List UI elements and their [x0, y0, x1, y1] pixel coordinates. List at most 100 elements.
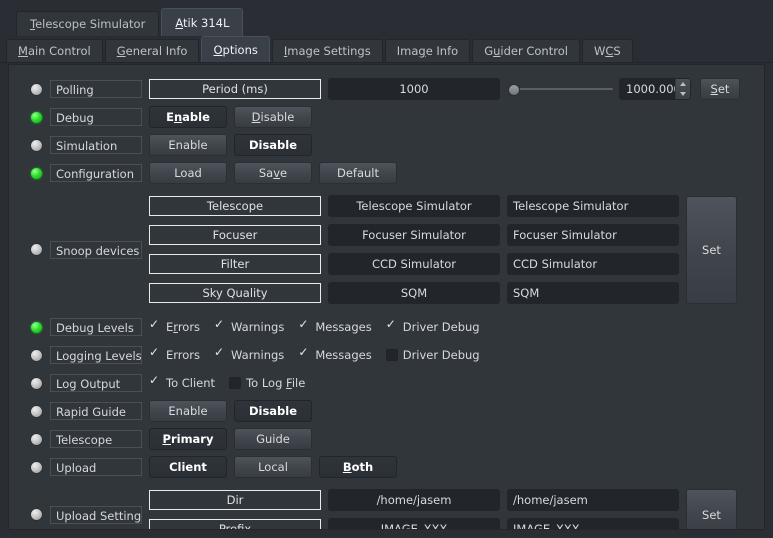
property-rows: Polling Period (ms) 1000 1000.000: [9, 75, 764, 529]
snoop-row: Telescope Telescope Simulator Telescope …: [149, 195, 679, 217]
configuration-load-button[interactable]: Load: [149, 162, 227, 184]
checkbox-label: Warnings: [231, 320, 285, 334]
indi-control-panel: Telescope Simulator Atik 314L Main Contr…: [0, 0, 773, 538]
logging-levels-messages-checkbox[interactable]: Messages: [298, 346, 372, 362]
upload-settings-led-icon: [31, 509, 42, 520]
configuration-default-button[interactable]: Default: [319, 162, 397, 184]
rapid-guide-led-icon: [31, 405, 42, 417]
snoop-focuser-input[interactable]: Focuser Simulator: [507, 224, 679, 246]
simulation-led-icon: [31, 139, 42, 151]
check-icon: [214, 346, 226, 361]
row-telescope: Telescope Primary Guide: [9, 425, 764, 453]
upload-both-button[interactable]: Both: [319, 456, 397, 478]
btn-accel: v: [273, 166, 281, 180]
snoop-row: Focuser Focuser Simulator Focuser Simula…: [149, 224, 679, 246]
check-icon: [385, 349, 398, 361]
upload-local-button[interactable]: Local: [234, 456, 312, 478]
polling-slider[interactable]: [508, 78, 613, 100]
snoop-filter-input[interactable]: CCD Simulator: [507, 253, 679, 275]
row-polling: Polling Period (ms) 1000 1000.000: [9, 75, 764, 103]
debug-led-icon: [31, 111, 42, 123]
device-tab-telescope-simulator[interactable]: Telescope Simulator: [16, 11, 160, 36]
log-output-to-log-file-checkbox[interactable]: To Log File: [229, 376, 305, 390]
tab-accel: G: [116, 44, 126, 58]
tab-guider-control[interactable]: Guider Control: [472, 39, 580, 62]
tab-accel: g: [418, 44, 426, 58]
debug-levels-checks: Errors Warnings Messages Driver Debug: [149, 318, 494, 334]
device-tab-accel: A: [175, 16, 183, 30]
polling-fields: Period (ms) 1000 1000.000 Set: [149, 78, 740, 100]
row-simulation: Simulation Enable Disable: [9, 131, 764, 159]
debug-levels-errors-checkbox[interactable]: Errors: [149, 318, 200, 334]
row-debug: Debug Enable Disable: [9, 103, 764, 131]
debug-fields: Enable Disable: [149, 106, 319, 128]
spin-down-icon[interactable]: [676, 89, 690, 99]
log-output-to-client-checkbox[interactable]: To Client: [149, 374, 216, 390]
tab-main-control[interactable]: Main Control: [6, 39, 103, 62]
upload-settings-set-button[interactable]: Set: [686, 489, 737, 529]
upload-settings-dir-input[interactable]: /home/jasem: [507, 489, 679, 511]
debug-levels-driver-debug-checkbox[interactable]: Driver Debug: [386, 318, 480, 334]
log-output-checks: To Client To Log File: [149, 374, 319, 390]
debug-enable-button[interactable]: Enable: [149, 106, 227, 128]
snoop-telescope-input[interactable]: Telescope Simulator: [507, 195, 679, 217]
configuration-label: Configuration: [50, 164, 142, 182]
logging-levels-errors-checkbox[interactable]: Errors: [149, 346, 200, 362]
telescope-guide-button[interactable]: Guide: [234, 428, 312, 450]
spin-up-icon[interactable]: [676, 79, 690, 89]
logging-levels-warnings-checkbox[interactable]: Warnings: [214, 346, 284, 362]
snoop-skyquality-value: SQM: [328, 282, 500, 304]
slider-handle[interactable]: [508, 84, 520, 96]
debug-label: Debug: [50, 108, 142, 126]
telescope-primary-button[interactable]: Primary: [149, 428, 227, 450]
row-snoop-devices: Snoop devices Telescope Telescope Simula…: [9, 195, 764, 304]
upload-settings-prefix-input[interactable]: IMAGE_XXX: [507, 518, 679, 529]
snoop-set-button[interactable]: Set: [686, 195, 737, 304]
rapid-guide-enable-button[interactable]: Enable: [149, 400, 227, 422]
rapid-guide-disable-button[interactable]: Disable: [234, 400, 312, 422]
simulation-enable-button[interactable]: Enable: [149, 134, 227, 156]
upload-client-button[interactable]: Client: [149, 456, 227, 478]
tab-options[interactable]: Options: [201, 36, 270, 62]
polling-value: 1000: [328, 78, 500, 100]
upload-settings-prefix-label: Prefix: [149, 519, 321, 529]
section-tab-bar: Main Control General Info Options Image …: [0, 36, 773, 63]
simulation-disable-button[interactable]: Disable: [234, 134, 312, 156]
polling-spin-value[interactable]: 1000.000: [620, 79, 675, 99]
device-tab-atik-314l[interactable]: Atik 314L: [161, 8, 244, 36]
snoop-filter-label: Filter: [149, 254, 321, 274]
checkbox-label: Messages: [315, 320, 372, 334]
logging-levels-led-icon: [31, 349, 42, 361]
debug-levels-messages-checkbox[interactable]: Messages: [298, 318, 372, 334]
checkbox-label: Messages: [315, 348, 372, 362]
tab-wcs[interactable]: WCS: [581, 39, 633, 62]
debug-disable-button[interactable]: Disable: [234, 106, 312, 128]
check-icon: [386, 318, 398, 333]
tab-image-settings[interactable]: Image Settings: [271, 39, 383, 62]
snoop-focuser-label: Focuser: [149, 225, 321, 245]
polling-set-button[interactable]: Set: [700, 78, 740, 100]
tab-general-info[interactable]: General Info: [104, 39, 200, 62]
check-icon: [229, 377, 242, 389]
logging-levels-checks: Errors Warnings Messages Driver Debug: [149, 346, 494, 362]
logging-levels-driver-debug-checkbox[interactable]: Driver Debug: [385, 348, 480, 362]
tab-image-info[interactable]: Image Info: [384, 39, 471, 62]
checkbox-label: To Log File: [246, 376, 306, 390]
device-tab-label: tik 314L: [182, 16, 230, 30]
debug-levels-warnings-checkbox[interactable]: Warnings: [214, 318, 285, 334]
check-icon: [214, 318, 226, 333]
logging-levels-label: Logging Levels: [50, 346, 142, 364]
polling-spinbox[interactable]: 1000.000: [619, 78, 691, 100]
row-rapid-guide: Rapid Guide Enable Disable: [9, 397, 764, 425]
configuration-save-button[interactable]: Save: [234, 162, 312, 184]
log-output-label: Log Output: [50, 374, 142, 392]
btn-accel: D: [251, 110, 261, 124]
upload-settings-label: Upload Settings: [50, 505, 142, 524]
checkbox-label: To Client: [166, 376, 216, 390]
snoop-skyquality-input[interactable]: SQM: [507, 282, 679, 304]
check-icon: [149, 374, 161, 389]
upload-label: Upload: [50, 458, 142, 476]
upload-led-icon: [31, 461, 42, 473]
check-icon: [298, 318, 310, 333]
spin-arrows[interactable]: [675, 79, 690, 99]
